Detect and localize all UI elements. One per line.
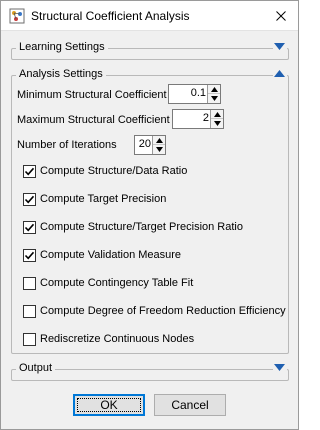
structure-target-precision-ratio-checkbox[interactable] (23, 220, 36, 234)
learning-settings-toggle[interactable] (273, 43, 287, 53)
rediscretize-continuous-nodes-checkbox[interactable] (23, 332, 36, 346)
spin-up-icon (155, 138, 163, 143)
option-structure-target-precision-ratio[interactable]: Compute Structure/Target Precision Ratio (23, 220, 243, 234)
max-coefficient-spinner[interactable]: 2 (172, 109, 224, 129)
option-rediscretize-continuous-nodes[interactable]: Rediscretize Continuous Nodes (23, 332, 194, 346)
chevron-down-icon (274, 364, 285, 371)
checkmark-icon (24, 195, 35, 203)
dof-reduction-efficiency-checkbox[interactable] (23, 304, 36, 318)
max-coefficient-increment[interactable] (211, 110, 223, 119)
checkmark-icon (24, 223, 35, 231)
output-toggle[interactable] (273, 364, 287, 374)
spin-up-icon (213, 112, 221, 117)
max-coefficient-decrement[interactable] (211, 119, 223, 128)
iterations-decrement[interactable] (153, 145, 165, 154)
max-coefficient-value[interactable]: 2 (175, 112, 209, 124)
structure-target-precision-ratio-label: Compute Structure/Target Precision Ratio (40, 221, 243, 233)
title-bar[interactable]: Structural Coefficient Analysis (1, 1, 298, 31)
app-icon (9, 8, 25, 24)
validation-measure-checkbox[interactable] (23, 248, 36, 262)
option-validation-measure[interactable]: Compute Validation Measure (23, 248, 181, 262)
option-target-precision[interactable]: Compute Target Precision (23, 192, 166, 206)
iterations-label: Number of Iterations (17, 139, 117, 151)
window-title: Structural Coefficient Analysis (31, 9, 190, 23)
validation-measure-label: Compute Validation Measure (40, 249, 182, 261)
structure-data-ratio-label: Compute Structure/Data Ratio (40, 165, 188, 177)
min-coefficient-decrement[interactable] (208, 94, 220, 103)
checkmark-icon (24, 251, 35, 259)
max-coefficient-label: Maximum Structural Coefficient (17, 114, 170, 126)
iterations-spinner[interactable]: 20 (134, 135, 166, 155)
spin-down-icon (213, 121, 221, 126)
cancel-button-label: Cancel (171, 398, 209, 412)
iterations-increment[interactable] (153, 136, 165, 145)
learning-settings-panel: Learning Settings (11, 41, 289, 60)
dialog-window: Structural Coefficient Analysis Learning… (0, 0, 299, 430)
min-coefficient-label: Minimum Structural Coefficient (17, 89, 167, 101)
rediscretize-continuous-nodes-label: Rediscretize Continuous Nodes (40, 333, 195, 345)
learning-settings-header[interactable]: Learning Settings (16, 41, 108, 55)
chevron-up-icon (274, 70, 285, 77)
max-coefficient-spin-buttons (210, 110, 223, 128)
target-precision-checkbox[interactable] (23, 192, 36, 206)
option-contingency-table-fit[interactable]: Compute Contingency Table Fit (23, 276, 193, 290)
iterations-spin-buttons (152, 136, 165, 154)
analysis-settings-toggle[interactable] (273, 70, 287, 80)
spin-down-icon (210, 96, 218, 101)
output-header[interactable]: Output (16, 362, 56, 376)
spin-down-icon (155, 147, 163, 152)
ok-button[interactable]: OK (73, 394, 145, 416)
min-coefficient-spinner[interactable]: 0.1 (168, 84, 221, 104)
iterations-value[interactable]: 20 (137, 138, 151, 150)
structure-data-ratio-checkbox[interactable] (23, 164, 36, 178)
target-precision-label: Compute Target Precision (40, 193, 167, 205)
checkmark-icon (24, 167, 35, 175)
contingency-table-fit-checkbox[interactable] (23, 276, 36, 290)
option-dof-reduction-efficiency[interactable]: Compute Degree of Freedom Reduction Effi… (23, 304, 286, 318)
output-panel: Output (11, 362, 289, 381)
close-button[interactable] (264, 1, 298, 31)
chevron-down-icon (274, 43, 285, 50)
close-icon (276, 11, 286, 21)
spin-up-icon (210, 87, 218, 92)
min-coefficient-spin-buttons (207, 85, 220, 103)
min-coefficient-value[interactable]: 0.1 (171, 87, 206, 99)
min-coefficient-increment[interactable] (208, 85, 220, 94)
focus-ring (77, 398, 141, 412)
dof-reduction-efficiency-label: Compute Degree of Freedom Reduction Effi… (40, 305, 286, 317)
option-structure-data-ratio[interactable]: Compute Structure/Data Ratio (23, 164, 187, 178)
analysis-settings-header[interactable]: Analysis Settings (16, 68, 106, 82)
cancel-button[interactable]: Cancel (154, 394, 226, 416)
contingency-table-fit-label: Compute Contingency Table Fit (40, 277, 194, 289)
